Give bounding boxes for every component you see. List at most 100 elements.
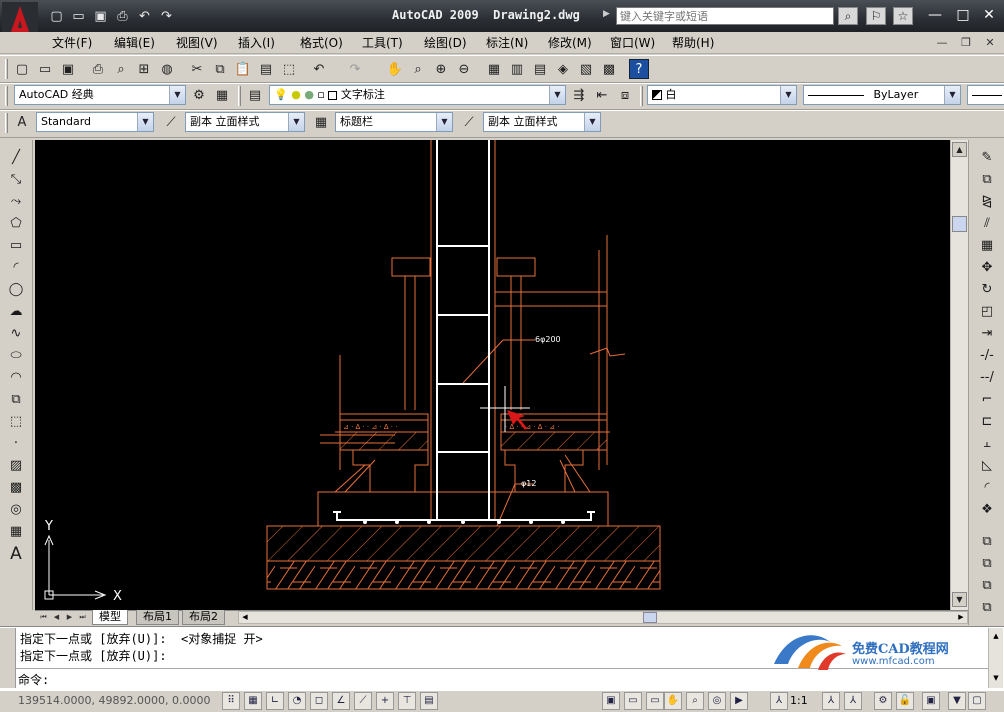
scroll-up-icon[interactable]: ▲ xyxy=(990,630,1002,642)
send-under-icon[interactable]: ⧉ xyxy=(977,598,997,618)
redo-toolbar-icon[interactable]: ↷ xyxy=(345,59,365,79)
qnew-icon[interactable]: ▢ xyxy=(12,59,32,79)
gradient-icon[interactable]: ▩ xyxy=(6,478,26,498)
layer-previous-icon[interactable]: ⇤ xyxy=(592,85,612,105)
line-icon[interactable]: ╱ xyxy=(6,148,26,168)
publish-icon[interactable]: ⊞ xyxy=(134,59,154,79)
toolbar-grip[interactable] xyxy=(5,59,8,79)
tab-model[interactable]: 模型 xyxy=(92,610,128,625)
mleader-style-icon[interactable]: ⟋ xyxy=(459,112,479,132)
help-icon[interactable]: ? xyxy=(629,59,649,79)
text-style-select[interactable]: Standard ▼ xyxy=(36,112,154,132)
lineweight-select[interactable] xyxy=(967,85,1004,105)
polar-tracking-icon[interactable]: ◔ xyxy=(288,692,306,710)
menu-window[interactable]: 窗口(W) xyxy=(610,35,655,51)
scroll-right-icon[interactable]: ▶ xyxy=(955,612,967,623)
chevron-down-icon[interactable]: ▼ xyxy=(169,86,185,104)
dim-style-select[interactable]: 副本 立面样式 ▼ xyxy=(185,112,305,132)
chevron-down-icon[interactable]: ▼ xyxy=(584,113,600,131)
offset-icon[interactable]: ⫽ xyxy=(977,214,997,234)
annotation-scale-icon[interactable]: ⅄ xyxy=(770,692,788,710)
fillet-icon[interactable]: ◜ xyxy=(977,478,997,498)
tab-layout1[interactable]: 布局1 xyxy=(136,610,179,625)
toolbar-grip[interactable] xyxy=(5,86,8,106)
menu-file[interactable]: 文件(F) xyxy=(52,35,92,51)
table-style-icon[interactable]: ▦ xyxy=(311,112,331,132)
quick-view-drawings-icon[interactable]: ▭ xyxy=(646,692,664,710)
menu-edit[interactable]: 编辑(E) xyxy=(114,35,155,51)
undo-toolbar-icon[interactable]: ↶ xyxy=(309,59,329,79)
toolbar-grip[interactable] xyxy=(640,86,643,106)
break-icon[interactable]: ⊏ xyxy=(977,412,997,432)
table-style-select[interactable]: 标题栏 ▼ xyxy=(335,112,453,132)
next-tab-icon[interactable]: ▶ xyxy=(64,612,75,623)
construction-line-icon[interactable]: ⤡ xyxy=(6,170,26,190)
ellipse-icon[interactable]: ⬭ xyxy=(6,346,26,366)
table-icon[interactable]: ▦ xyxy=(6,522,26,542)
open-file-icon[interactable]: ▭ xyxy=(70,9,87,25)
first-tab-icon[interactable]: ⏮ xyxy=(38,612,49,623)
scroll-down-icon[interactable]: ▼ xyxy=(952,592,967,607)
communication-center-icon[interactable]: ⚐ xyxy=(866,7,886,25)
scroll-up-icon[interactable]: ▲ xyxy=(952,142,967,157)
object-snap-tracking-icon[interactable]: ∠ xyxy=(332,692,350,710)
bring-above-icon[interactable]: ⧉ xyxy=(977,576,997,596)
array-icon[interactable]: ▦ xyxy=(977,236,997,256)
layer-states-icon[interactable]: ⧈ xyxy=(615,85,635,105)
horizontal-scrollbar[interactable]: ◀ ▶ xyxy=(238,611,968,624)
open-icon[interactable]: ▭ xyxy=(35,59,55,79)
command-window-grip[interactable] xyxy=(0,628,16,688)
match-properties-icon[interactable]: ▤ xyxy=(256,59,276,79)
multiline-text-icon[interactable]: A xyxy=(6,544,26,564)
menu-insert[interactable]: 插入(I) xyxy=(238,35,275,51)
draw-order-back-icon[interactable]: ⧉ xyxy=(977,554,997,574)
move-icon[interactable]: ✥ xyxy=(977,258,997,278)
mirror-icon[interactable]: ⧎ xyxy=(977,192,997,212)
ellipse-arc-icon[interactable]: ◠ xyxy=(6,368,26,388)
annotation-visibility-icon[interactable]: ⅄ xyxy=(822,692,840,710)
make-object-layer-current-icon[interactable]: ⇶ xyxy=(569,85,589,105)
layer-manager-icon[interactable]: ▤ xyxy=(245,85,265,105)
copy-icon[interactable]: ⧉ xyxy=(210,59,230,79)
linetype-select[interactable]: ByLayer ▼ xyxy=(803,85,961,105)
menu-draw[interactable]: 绘图(D) xyxy=(424,35,467,51)
vertical-scrollbar[interactable]: ▲ ▼ xyxy=(950,140,968,610)
chevron-down-icon[interactable]: ▼ xyxy=(137,113,153,131)
region-icon[interactable]: ◎ xyxy=(6,500,26,520)
pan-icon[interactable]: ✋ xyxy=(385,59,405,79)
lineweight-toggle-icon[interactable]: ⊤ xyxy=(398,692,416,710)
trim-icon[interactable]: -/- xyxy=(977,346,997,366)
command-scrollbar[interactable]: ▲ ▼ xyxy=(988,628,1003,688)
zoom-status-icon[interactable]: ⌕ xyxy=(686,692,704,710)
chevron-down-icon[interactable]: ▼ xyxy=(944,86,960,104)
revision-cloud-icon[interactable]: ☁ xyxy=(6,302,26,322)
toolbar-grip[interactable] xyxy=(5,113,8,133)
menu-modify[interactable]: 修改(M) xyxy=(548,35,592,51)
model-space-icon[interactable]: ▣ xyxy=(602,692,620,710)
search-input[interactable] xyxy=(616,7,834,25)
menu-tools[interactable]: 工具(T) xyxy=(362,35,403,51)
layer-select[interactable]: 💡 ● ● ▫ 文字标注 ▼ xyxy=(269,85,566,105)
rotate-icon[interactable]: ↻ xyxy=(977,280,997,300)
minimize-button[interactable]: — xyxy=(922,6,948,24)
chevron-down-icon[interactable]: ▼ xyxy=(288,113,304,131)
workspace-select[interactable]: AutoCAD 经典 ▼ xyxy=(14,85,186,105)
paste-icon[interactable]: 📋 xyxy=(233,59,253,79)
sheet-set-icon[interactable]: ◈ xyxy=(553,59,573,79)
cut-icon[interactable]: ✂ xyxy=(187,59,207,79)
object-snap-icon[interactable]: ◻ xyxy=(310,692,328,710)
workspace-switch-icon[interactable]: ⚙ xyxy=(874,692,892,710)
stretch-icon[interactable]: ⇥ xyxy=(977,324,997,344)
scale-icon[interactable]: ◰ xyxy=(977,302,997,322)
design-center-icon[interactable]: ▥ xyxy=(507,59,527,79)
zoom-previous-icon[interactable]: ⊖ xyxy=(454,59,474,79)
dim-style-icon[interactable]: ⟋ xyxy=(161,112,181,132)
extend-icon[interactable]: --/ xyxy=(977,368,997,388)
grid-display-icon[interactable]: ▦ xyxy=(244,692,262,710)
showmotion-icon[interactable]: ▶ xyxy=(730,692,748,710)
insert-block-icon[interactable]: ⧉ xyxy=(6,390,26,410)
tool-palettes-icon[interactable]: ▤ xyxy=(530,59,550,79)
polygon-icon[interactable]: ⬠ xyxy=(6,214,26,234)
auto-scale-icon[interactable]: ⅄ xyxy=(844,692,862,710)
color-select[interactable]: 白 ▼ xyxy=(647,85,797,105)
